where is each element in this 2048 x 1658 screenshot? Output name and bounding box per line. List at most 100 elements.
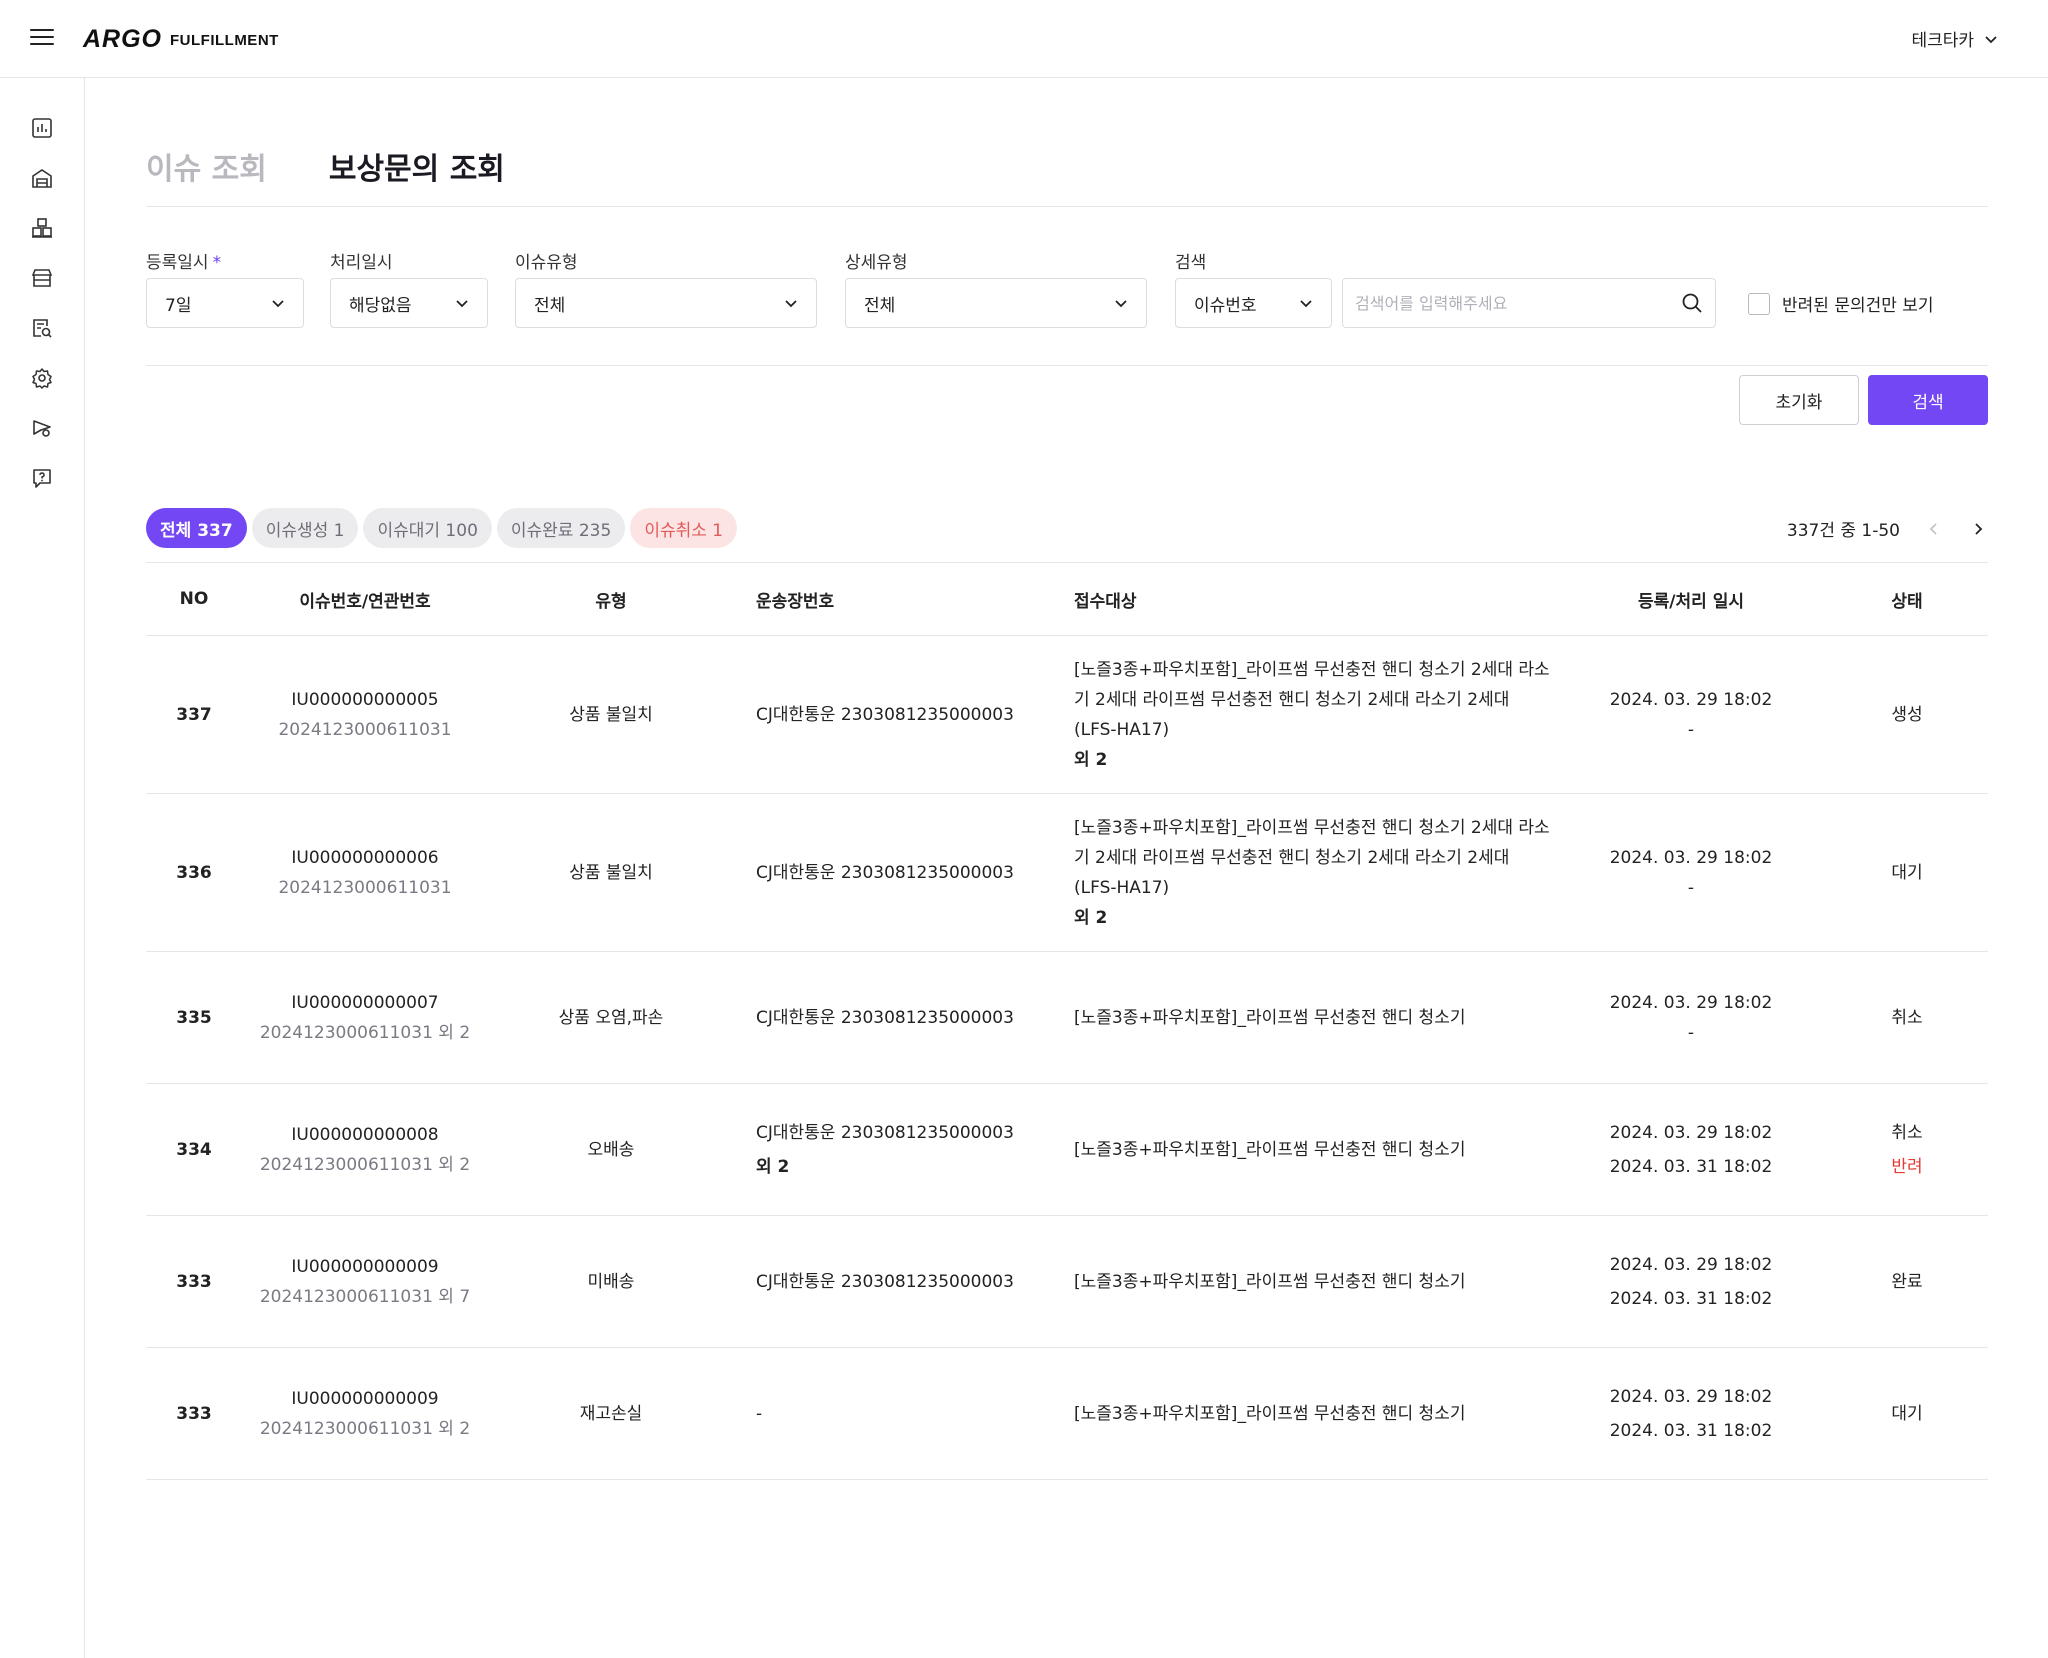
- table-row[interactable]: 336 IU000000000006 2024123000611031 상품 불…: [146, 794, 1988, 952]
- warehouse-icon[interactable]: [29, 165, 55, 191]
- waybill-number: -: [756, 1403, 763, 1424]
- detail-type-select[interactable]: 전체: [845, 278, 1147, 328]
- pagination-summary: 337건 중 1-50: [1786, 521, 1900, 541]
- related-number: 2024123000611031: [278, 877, 452, 898]
- proc-date: 2024. 03. 31 18:02: [1609, 1420, 1773, 1441]
- reg-date: 2024. 03. 29 18:02: [1609, 1122, 1773, 1143]
- chevron-down-icon: [456, 300, 468, 308]
- target-extra: 외 2: [1074, 907, 1108, 928]
- marketing-flag-icon[interactable]: [29, 415, 55, 441]
- target-cell: [노즐3종+파우치포함]_라이프썸 무선충전 핸디 청소기: [1074, 1216, 1550, 1347]
- menu-icon[interactable]: [30, 29, 54, 49]
- date-cell: 2024. 03. 29 18:02 -: [1556, 952, 1826, 1083]
- table-row[interactable]: 333 IU000000000009 2024123000611031 외 7 …: [146, 1216, 1988, 1348]
- tab-compensation-inquiry[interactable]: 보상문의 조회: [329, 144, 505, 188]
- store-icon[interactable]: [29, 265, 55, 291]
- status-badge: 생성: [1891, 704, 1923, 725]
- chevron-down-icon: [1985, 35, 1997, 43]
- required-mark: *: [212, 253, 222, 273]
- document-search-icon[interactable]: [29, 315, 55, 341]
- returned-badge: 반려: [1891, 1156, 1923, 1177]
- detail-type-value: 전체: [864, 295, 896, 316]
- issue-cell: IU000000000006 2024123000611031: [242, 794, 488, 951]
- chip-all[interactable]: 전체 337: [146, 508, 247, 548]
- issue-type: 오배송: [587, 1139, 635, 1160]
- target-extra: 외 2: [1074, 749, 1108, 770]
- sidebar: [0, 78, 85, 1658]
- proc-date-select[interactable]: 해당없음: [330, 278, 488, 328]
- issue-number[interactable]: IU000000000006: [291, 843, 438, 873]
- issue-type-label: 이슈유형: [515, 253, 578, 273]
- chip-completed[interactable]: 이슈완료 235: [496, 508, 626, 548]
- waybill-number: CJ대한통운 2303081235000003: [756, 704, 1014, 725]
- issue-number[interactable]: IU000000000005: [291, 685, 438, 715]
- reg-date: 2024. 03. 29 18:02: [1609, 992, 1773, 1013]
- issue-type: 상품 불일치: [569, 704, 653, 725]
- reg-date-select[interactable]: 7일: [146, 278, 304, 328]
- reset-button[interactable]: 초기화: [1739, 375, 1859, 425]
- logo[interactable]: ARGO FULFILLMENT: [83, 24, 279, 54]
- chevron-left-icon: [1929, 522, 1937, 535]
- waybill-number: CJ대한통운 2303081235000003: [756, 1007, 1014, 1028]
- help-chat-icon[interactable]: [29, 465, 55, 491]
- status-badge: 완료: [1891, 1271, 1923, 1292]
- status-badge: 취소: [1891, 1007, 1923, 1028]
- chevron-down-icon: [272, 300, 284, 308]
- chip-created[interactable]: 이슈생성 1: [251, 508, 359, 548]
- date-cell: 2024. 03. 29 18:02 2024. 03. 31 18:02: [1556, 1348, 1826, 1479]
- returned-only-toggle[interactable]: 반려된 문의건만 보기: [1748, 291, 1934, 316]
- search-button[interactable]: 검색: [1868, 375, 1988, 425]
- row-no: 335: [176, 1007, 212, 1028]
- table-row[interactable]: 337 IU000000000005 2024123000611031 상품 불…: [146, 636, 1988, 794]
- issue-number[interactable]: IU000000000008: [291, 1120, 438, 1150]
- row-no: 337: [176, 704, 212, 725]
- status-badge: 대기: [1891, 1403, 1923, 1424]
- date-cell: 2024. 03. 29 18:02 2024. 03. 31 18:02: [1556, 1084, 1826, 1215]
- waybill-extra: 외 2: [756, 1156, 790, 1177]
- waybill-number: CJ대한통운 2303081235000003: [756, 862, 1014, 883]
- status-badge: 취소: [1891, 1122, 1923, 1143]
- reg-date-label: 등록일시 *: [146, 253, 222, 273]
- chevron-right-icon: [1975, 522, 1983, 535]
- proc-date: 2024. 03. 31 18:02: [1609, 1156, 1773, 1177]
- issue-number[interactable]: IU000000000007: [291, 988, 438, 1018]
- col-type: 유형: [595, 591, 627, 612]
- issue-cell: IU000000000005 2024123000611031: [242, 636, 488, 793]
- search-field-value: 이슈번호: [1194, 295, 1257, 316]
- next-page-button[interactable]: [1968, 519, 1988, 539]
- issue-number[interactable]: IU000000000009: [291, 1252, 438, 1282]
- prev-page-button[interactable]: [1924, 519, 1944, 539]
- returned-only-label: 반려된 문의건만 보기: [1782, 296, 1934, 316]
- issue-number[interactable]: IU000000000009: [291, 1384, 438, 1414]
- search-field-select[interactable]: 이슈번호: [1175, 278, 1332, 328]
- issue-type-value: 전체: [534, 295, 566, 316]
- chip-waiting[interactable]: 이슈대기 100: [363, 508, 492, 548]
- waybill-cell: -: [756, 1348, 1056, 1479]
- returned-only-checkbox[interactable]: [1748, 292, 1770, 315]
- target-cell: [노즐3종+파우치포함]_라이프썸 무선충전 핸디 청소기: [1074, 952, 1550, 1083]
- target-product: [노즐3종+파우치포함]_라이프썸 무선충전 핸디 청소기: [1074, 1007, 1466, 1028]
- reg-date: 2024. 03. 29 18:02: [1609, 1386, 1773, 1407]
- target-product: [노즐3종+파우치포함]_라이프썸 무선충전 핸디 청소기 2세대 라소기 2세…: [1074, 659, 1550, 740]
- user-menu[interactable]: 테크타카: [1911, 26, 1998, 51]
- target-cell: [노즐3종+파우치포함]_라이프썸 무선충전 핸디 청소기 2세대 라소기 2세…: [1074, 636, 1550, 793]
- tabs-divider: [146, 206, 1988, 207]
- table-row[interactable]: 335 IU000000000007 2024123000611031 외 2 …: [146, 952, 1988, 1084]
- reg-date: 2024. 03. 29 18:02: [1609, 689, 1773, 710]
- dashboard-chart-icon[interactable]: [29, 115, 55, 141]
- issue-type-select[interactable]: 전체: [515, 278, 817, 328]
- tab-issue-lookup[interactable]: 이슈 조회: [146, 144, 267, 188]
- search-input[interactable]: [1355, 293, 1681, 313]
- inventory-boxes-icon[interactable]: [29, 215, 55, 241]
- row-no: 333: [176, 1271, 212, 1292]
- waybill-cell: CJ대한통운 2303081235000003: [756, 952, 1056, 1083]
- page-tabs: 이슈 조회 보상문의 조회: [146, 144, 505, 188]
- user-name: 테크타카: [1911, 31, 1974, 51]
- search-icon[interactable]: [1681, 292, 1703, 314]
- settings-gear-icon[interactable]: [29, 365, 55, 391]
- proc-date: -: [1687, 719, 1695, 740]
- target-cell: [노즐3종+파우치포함]_라이프썸 무선충전 핸디 청소기: [1074, 1348, 1550, 1479]
- table-row[interactable]: 333 IU000000000009 2024123000611031 외 2 …: [146, 1348, 1988, 1480]
- chip-cancelled[interactable]: 이슈취소 1: [630, 508, 738, 548]
- table-row[interactable]: 334 IU000000000008 2024123000611031 외 2 …: [146, 1084, 1988, 1216]
